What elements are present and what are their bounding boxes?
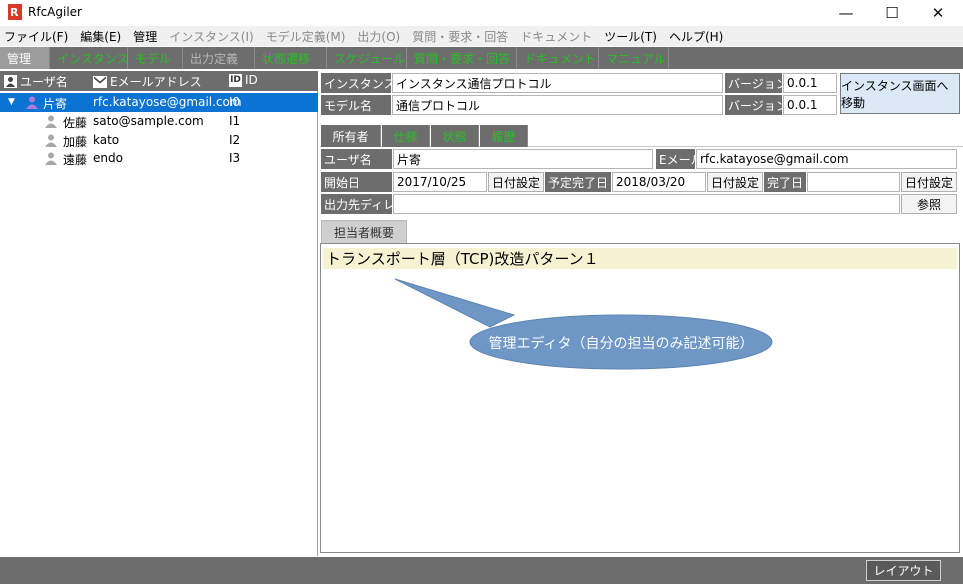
expand-arrow-icon[interactable]: ▼ — [8, 97, 15, 107]
email-label: Eメール — [656, 149, 695, 169]
close-button[interactable]: ✕ — [915, 0, 961, 26]
user-list-pane: ユーザ名 Eメールアドレス ID ID ▼ 片寄 rfc.katayose@gm — [0, 71, 318, 556]
browse-button[interactable]: 参照 — [901, 194, 957, 214]
user-id: I0 — [229, 95, 241, 109]
title-bar: R RfcAgiler — ☐ ✕ — [0, 0, 963, 26]
email-field[interactable]: rfc.katayose@gmail.com — [696, 149, 957, 169]
model-version-field[interactable]: 0.0.1 — [783, 95, 837, 115]
main-tab-strip: 管理 インスタンス モデル 出力定義 状態遷移 スケジュール 質問・要求・回答 … — [0, 47, 963, 69]
user-name: 佐藤 — [63, 116, 88, 130]
menu-model[interactable]: モデル定義(M) — [266, 28, 346, 45]
planned-date-field[interactable]: 2018/03/20 — [612, 172, 706, 192]
user-email: kato — [93, 133, 120, 147]
menu-tools[interactable]: ツール(T) — [604, 28, 657, 45]
status-bar: レイアウト — [0, 557, 963, 584]
user-icon — [45, 115, 57, 128]
minimize-button[interactable]: — — [823, 0, 869, 26]
tab-owner[interactable]: 所有者 — [321, 125, 381, 147]
user-email: sato@sample.com — [93, 114, 204, 128]
column-label-username: ユーザ名 — [20, 75, 68, 89]
menu-bar: ファイル(F) 編集(E) 管理 インスタンス(I) モデル定義(M) 出力(O… — [0, 26, 963, 46]
user-row[interactable]: ▼ 片寄 rfc.katayose@gmail.com I0 — [0, 93, 318, 112]
tab-history[interactable]: 履歴 — [480, 125, 528, 147]
user-id: I1 — [229, 114, 241, 128]
svg-text:R: R — [10, 6, 19, 19]
user-row[interactable]: 佐藤 sato@sample.com I1 — [0, 112, 318, 131]
goto-instance-button[interactable]: インスタンス画面へ移動 — [840, 73, 960, 114]
model-name-label: モデル名 — [321, 95, 391, 115]
done-date-set-button[interactable]: 日付設定 — [901, 172, 957, 192]
layout-button[interactable]: レイアウト — [866, 560, 941, 581]
menu-help[interactable]: ヘルプ(H) — [669, 28, 723, 45]
tab-state[interactable]: 状態 — [431, 125, 479, 147]
planned-date-label: 予定完了日 — [545, 172, 611, 192]
app-window: R RfcAgiler — ☐ ✕ ファイル(F) 編集(E) 管理 インスタン… — [0, 0, 963, 584]
menu-edit[interactable]: 編集(E) — [80, 28, 121, 45]
username-field[interactable]: 片寄 — [393, 149, 653, 169]
user-name: 遠藤 — [63, 153, 88, 167]
maximize-button[interactable]: ☐ — [869, 0, 915, 26]
app-logo-icon: R — [8, 4, 22, 20]
window-title: RfcAgiler — [28, 5, 82, 19]
menu-instance[interactable]: インスタンス(I) — [169, 28, 253, 45]
tab-state-transition[interactable]: 状態遷移 — [255, 47, 327, 69]
tab-spec[interactable]: 仕様 — [382, 125, 430, 147]
menu-file[interactable]: ファイル(F) — [4, 28, 68, 45]
user-row[interactable]: 遠藤 endo I3 — [0, 149, 318, 168]
user-id: I2 — [229, 133, 241, 147]
mail-icon — [93, 75, 107, 88]
planned-date-set-button[interactable]: 日付設定 — [707, 172, 763, 192]
start-date-field[interactable]: 2017/10/25 — [393, 172, 487, 192]
version-field[interactable]: 0.0.1 — [783, 73, 837, 93]
callout-text: 管理エディタ（自分の担当のみ記述可能） — [488, 336, 754, 352]
user-name: 片寄 — [43, 97, 68, 111]
user-table-header: ユーザ名 Eメールアドレス ID ID — [0, 71, 318, 91]
user-name: 加藤 — [63, 135, 88, 149]
output-directory-field[interactable] — [393, 194, 900, 214]
tab-qa[interactable]: 質問・要求・回答 — [407, 47, 517, 69]
sub-tab-strip: 所有者 仕様 状態 履歴 — [320, 125, 963, 147]
user-icon — [26, 96, 38, 109]
done-date-label: 完了日 — [764, 172, 806, 192]
column-label-email: Eメールアドレス — [110, 75, 202, 89]
model-version-label: バージョン — [725, 95, 782, 115]
column-label-id: ID — [245, 73, 258, 87]
tab-document[interactable]: ドキュメント — [517, 47, 599, 69]
user-icon — [45, 152, 57, 165]
editor-text-line[interactable]: トランスポート層（TCP)改造パターン１ — [323, 248, 957, 269]
column-header-id[interactable]: ID ID — [229, 73, 258, 87]
instance-name-field[interactable]: インスタンス通信プロトコル — [392, 73, 723, 93]
version-label: バージョン — [725, 73, 782, 93]
done-date-field[interactable] — [807, 172, 900, 192]
menu-qa[interactable]: 質問・要求・回答 — [412, 28, 508, 45]
tab-instance[interactable]: インスタンス — [50, 47, 129, 69]
tab-model[interactable]: モデル — [128, 47, 183, 69]
tab-admin[interactable]: 管理 — [0, 47, 50, 69]
user-column-icon — [4, 75, 17, 88]
tab-schedule[interactable]: スケジュール — [327, 47, 407, 69]
tab-manual[interactable]: マニュアル — [599, 47, 669, 69]
menu-document[interactable]: ドキュメント — [520, 28, 592, 45]
column-header-username[interactable]: ユーザ名 — [4, 73, 68, 90]
output-directory-label: 出力先ディレクトリ — [321, 194, 392, 214]
username-label: ユーザ名 — [321, 149, 392, 169]
user-email: endo — [93, 151, 123, 165]
instance-name-label: インスタンス名 — [321, 73, 391, 93]
model-name-field[interactable]: 通信プロトコル — [392, 95, 723, 115]
user-row[interactable]: 加藤 kato I2 — [0, 131, 318, 150]
tab-output-definition[interactable]: 出力定義 — [183, 47, 255, 69]
column-header-email[interactable]: Eメールアドレス — [93, 73, 202, 90]
user-email: rfc.katayose@gmail.com — [93, 95, 242, 109]
id-icon: ID — [229, 73, 242, 87]
user-id: I3 — [229, 151, 241, 165]
menu-admin[interactable]: 管理 — [133, 28, 157, 45]
menu-output[interactable]: 出力(O) — [357, 28, 400, 45]
tab-person-summary[interactable]: 担当者概要 — [321, 220, 407, 243]
start-date-label: 開始日 — [321, 172, 392, 192]
start-date-set-button[interactable]: 日付設定 — [488, 172, 544, 192]
user-icon — [45, 134, 57, 147]
